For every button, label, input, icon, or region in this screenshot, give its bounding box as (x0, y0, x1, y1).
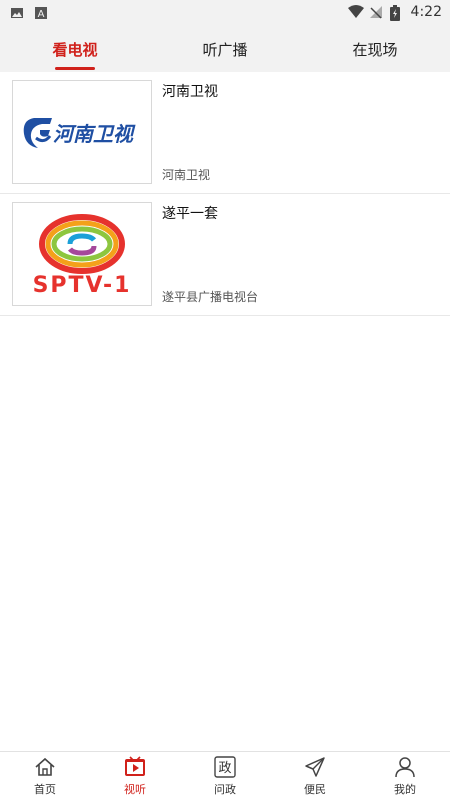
nav-convenience[interactable]: 便民 (270, 752, 360, 800)
nav-label: 便民 (304, 783, 326, 796)
status-time: 4:22 (410, 4, 442, 20)
send-icon (303, 755, 327, 779)
status-bar: A 4:22 (0, 0, 450, 26)
sptv1-logo-text: SPTV-1 (33, 273, 132, 298)
nav-label: 视听 (124, 783, 146, 796)
tab-watch-tv[interactable]: 看电视 (0, 26, 150, 72)
nav-label: 我的 (394, 783, 416, 796)
battery-charging-icon (389, 5, 404, 21)
tab-listen-radio[interactable]: 听广播 (150, 26, 300, 72)
channel-title: 遂平一套 (162, 206, 218, 222)
list-item[interactable]: 河南卫视 河南卫视 河南卫视 (0, 72, 450, 194)
zheng-box-char: 政 (218, 761, 231, 776)
nav-label: 首页 (34, 783, 56, 796)
nav-mine[interactable]: 我的 (360, 752, 450, 800)
henan-tv-logo: 河南卫视 (12, 80, 152, 184)
svg-text:A: A (38, 9, 45, 20)
list-item[interactable]: SPTV-1 遂平一套 遂平县广播电视台 (0, 194, 450, 316)
channel-title: 河南卫视 (162, 84, 218, 100)
zheng-box-icon: 政 (213, 755, 237, 779)
image-icon (10, 5, 24, 19)
sptv1-logo: SPTV-1 (12, 202, 152, 306)
tab-live-scene[interactable]: 在现场 (300, 26, 450, 72)
user-icon (393, 755, 417, 779)
nav-home[interactable]: 首页 (0, 752, 90, 800)
channel-subtitle: 河南卫视 (162, 168, 211, 182)
nav-inquiry[interactable]: 政 问政 (180, 752, 270, 800)
home-icon (33, 755, 57, 779)
nav-video-audio[interactable]: 视听 (90, 752, 180, 800)
nav-label: 问政 (214, 783, 236, 796)
bottom-nav-bar: 首页 视听 政 问政 便民 我的 (0, 751, 450, 800)
wifi-icon (347, 5, 364, 19)
a-badge-icon: A (34, 5, 48, 20)
channel-list: 河南卫视 河南卫视 河南卫视 SPTV-1 遂平一套 遂平县广播电视台 (0, 72, 450, 316)
video-play-icon (123, 755, 147, 779)
channel-subtitle: 遂平县广播电视台 (162, 290, 259, 304)
top-tab-bar: 看电视 听广播 在现场 (0, 26, 450, 72)
henan-logo-text: 河南卫视 (53, 122, 136, 146)
no-signal-icon (369, 5, 383, 19)
